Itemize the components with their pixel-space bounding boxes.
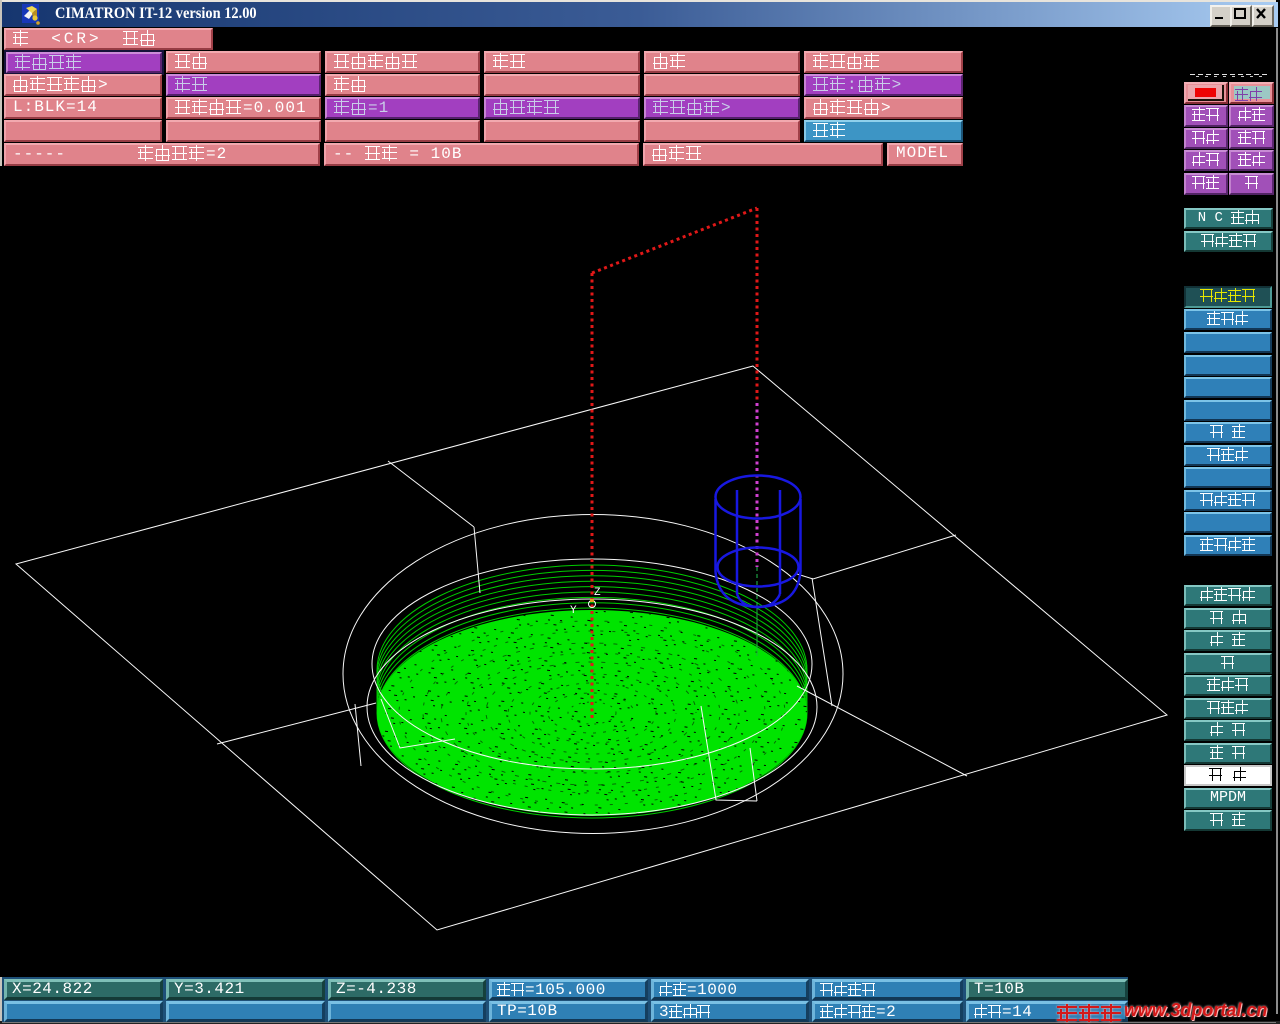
svg-text:Z: Z xyxy=(594,587,601,599)
svg-text:Y: Y xyxy=(570,605,577,617)
